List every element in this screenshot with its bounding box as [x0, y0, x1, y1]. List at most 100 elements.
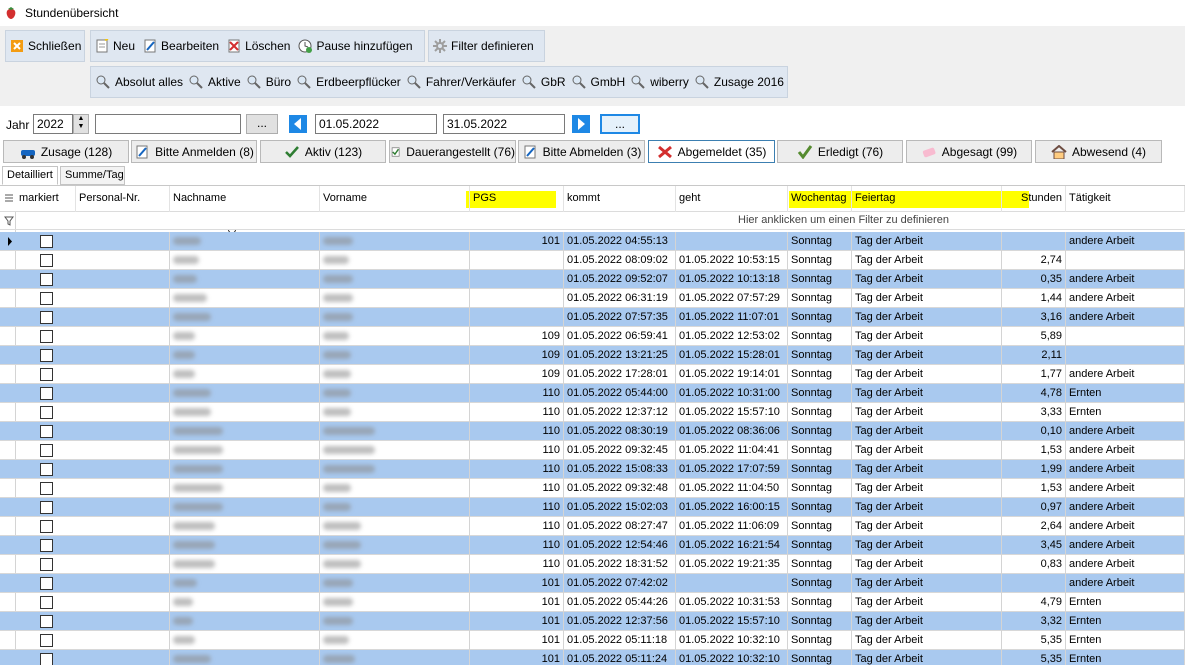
status-tab-2[interactable]: Aktiv (123)	[260, 140, 386, 163]
filter-6[interactable]: GmbH	[569, 70, 629, 94]
delete-button[interactable]: Löschen	[223, 34, 294, 58]
filter-5[interactable]: GbR	[519, 70, 569, 94]
table-row[interactable]: 101 01.05.2022 05:11:24 01.05.2022 10:32:1…	[0, 650, 1185, 665]
year-spinner[interactable]: ▲ ▼	[73, 114, 89, 134]
markiert-checkbox[interactable]	[40, 596, 53, 609]
table-row[interactable]: 01.05.2022 08:09:02 01.05.2022 10:53:15 So…	[0, 251, 1185, 270]
markiert-checkbox[interactable]	[40, 482, 53, 495]
markiert-checkbox[interactable]	[40, 501, 53, 514]
table-row[interactable]: 101 01.05.2022 04:55:13 Sonntag Tag der Arb…	[0, 232, 1185, 251]
table-row[interactable]: 109 01.05.2022 17:28:01 01.05.2022 19:14:0…	[0, 365, 1185, 384]
date-to-input[interactable]: 31.05.2022	[443, 114, 565, 134]
col-header-t-tigkeit[interactable]: Tätigkeit	[1066, 186, 1185, 212]
table-row[interactable]: 101 01.05.2022 12:37:56 01.05.2022 15:57:1…	[0, 612, 1185, 631]
filter-2[interactable]: Büro	[244, 70, 294, 94]
prev-month-icon[interactable]	[289, 115, 307, 133]
table-row[interactable]: 01.05.2022 09:52:07 01.05.2022 10:13:18 So…	[0, 270, 1185, 289]
markiert-checkbox[interactable]	[40, 349, 53, 362]
date-range-button[interactable]: ...	[600, 114, 640, 134]
filter-0[interactable]: Absolut alles	[93, 70, 186, 94]
filter-row[interactable]: Hier anklicken um einen Filter zu defini…	[0, 212, 1185, 230]
status-tab-1[interactable]: Bitte Anmelden (8)	[131, 140, 257, 163]
table-row[interactable]: 110 01.05.2022 12:37:12 01.05.2022 15:57:1…	[0, 403, 1185, 422]
table-row[interactable]: 110 01.05.2022 05:44:00 01.05.2022 10:31:0…	[0, 384, 1185, 403]
close-button[interactable]: Schließen	[6, 34, 85, 58]
table-row[interactable]: 109 01.05.2022 06:59:41 01.05.2022 12:53:0…	[0, 327, 1185, 346]
combo-select[interactable]	[95, 114, 241, 134]
status-tab-3[interactable]: Dauerangestellt (76)	[389, 140, 516, 163]
status-tab-6[interactable]: Erledigt (76)	[777, 140, 903, 163]
table-row[interactable]: 109 01.05.2022 13:21:25 01.05.2022 15:28:0…	[0, 346, 1185, 365]
markiert-checkbox[interactable]	[40, 254, 53, 267]
markiert-checkbox[interactable]	[40, 558, 53, 571]
col-header-geht[interactable]: geht	[676, 186, 788, 212]
browse-button[interactable]: ...	[246, 114, 278, 134]
markiert-checkbox[interactable]	[40, 425, 53, 438]
status-tab-5[interactable]: Abgemeldet (35)	[648, 140, 775, 163]
col-header-stunden[interactable]: Stunden	[1002, 186, 1066, 212]
add-pause-button[interactable]: Pause hinzufügen	[294, 34, 416, 58]
edit-label: Bearbeiten	[161, 39, 220, 53]
col-header-feiertag[interactable]: Feiertag	[852, 186, 1002, 212]
markiert-checkbox[interactable]	[40, 634, 53, 647]
tab-detailliert[interactable]: Detailliert	[2, 166, 58, 185]
col-header-wochentag[interactable]: Wochentag	[788, 186, 852, 212]
col-header-nachname[interactable]: Nachname	[170, 186, 320, 212]
new-button[interactable]: Neu	[91, 34, 139, 58]
markiert-checkbox[interactable]	[40, 615, 53, 628]
markiert-checkbox[interactable]	[40, 273, 53, 286]
col-header-personal-nr-[interactable]: Personal-Nr.	[76, 186, 170, 212]
status-tab-0[interactable]: Zusage (128)	[3, 140, 129, 163]
filter-1[interactable]: Aktive	[186, 70, 244, 94]
status-tab-4[interactable]: Bitte Abmelden (3)	[518, 140, 645, 163]
table-row[interactable]: 110 01.05.2022 18:31:52 01.05.2022 19:21:3…	[0, 555, 1185, 574]
markiert-checkbox[interactable]	[40, 311, 53, 324]
markiert-checkbox[interactable]	[40, 577, 53, 590]
table-row[interactable]: 110 01.05.2022 08:30:19 01.05.2022 08:36:0…	[0, 422, 1185, 441]
column-chooser-icon[interactable]	[4, 193, 14, 203]
taetigkeit-cell: andere Arbeit	[1066, 479, 1185, 498]
col-header-vorname[interactable]: Vorname	[320, 186, 470, 212]
status-tab-7[interactable]: Abgesagt (99)	[906, 140, 1032, 163]
markiert-checkbox[interactable]	[40, 520, 53, 533]
markiert-checkbox[interactable]	[40, 235, 53, 248]
tab-summe-tag[interactable]: Summe/Tag	[60, 166, 125, 185]
personal-nr-cell	[76, 308, 170, 327]
geht-cell: 01.05.2022 10:53:15	[676, 251, 788, 270]
filter-label: Zusage 2016	[713, 75, 784, 89]
markiert-checkbox[interactable]	[40, 463, 53, 476]
status-tab-8[interactable]: Abwesend (4)	[1035, 140, 1162, 163]
markiert-checkbox[interactable]	[40, 653, 53, 665]
table-row[interactable]: 101 01.05.2022 05:11:18 01.05.2022 10:32:1…	[0, 631, 1185, 650]
col-header-markiert[interactable]: markiert	[16, 186, 76, 212]
markiert-checkbox[interactable]	[40, 292, 53, 305]
table-row[interactable]: 110 01.05.2022 15:02:03 01.05.2022 16:00:1…	[0, 498, 1185, 517]
filter-7[interactable]: wiberry	[628, 70, 692, 94]
col-header-pgs[interactable]: PGS	[470, 186, 564, 212]
table-row[interactable]: 110 01.05.2022 09:32:45 01.05.2022 11:04:4…	[0, 441, 1185, 460]
table-row[interactable]: 101 01.05.2022 05:44:26 01.05.2022 10:31:5…	[0, 593, 1185, 612]
col-header-kommt[interactable]: kommt	[564, 186, 676, 212]
filter-define-button[interactable]: Filter definieren	[429, 34, 538, 58]
markiert-checkbox[interactable]	[40, 444, 53, 457]
edit-button[interactable]: Bearbeiten	[139, 34, 223, 58]
table-row[interactable]: 01.05.2022 06:31:19 01.05.2022 07:57:29 So…	[0, 289, 1185, 308]
table-row[interactable]: 110 01.05.2022 12:54:46 01.05.2022 16:21:5…	[0, 536, 1185, 555]
table-row[interactable]: 110 01.05.2022 09:32:48 01.05.2022 11:04:5…	[0, 479, 1185, 498]
wochentag-cell: Sonntag	[788, 346, 852, 365]
filter-8[interactable]: Zusage 2016	[692, 70, 787, 94]
table-row[interactable]: 110 01.05.2022 08:27:47 01.05.2022 11:06:0…	[0, 517, 1185, 536]
filter-3[interactable]: Erdbeerpflücker	[294, 70, 404, 94]
year-input[interactable]: 2022	[33, 114, 73, 134]
markiert-checkbox[interactable]	[40, 406, 53, 419]
markiert-checkbox[interactable]	[40, 539, 53, 552]
filter-4[interactable]: Fahrer/Verkäufer	[404, 70, 519, 94]
markiert-checkbox[interactable]	[40, 387, 53, 400]
table-row[interactable]: 110 01.05.2022 15:08:33 01.05.2022 17:07:5…	[0, 460, 1185, 479]
markiert-checkbox[interactable]	[40, 368, 53, 381]
date-from-input[interactable]: 01.05.2022	[315, 114, 437, 134]
next-month-icon[interactable]	[572, 115, 590, 133]
markiert-checkbox[interactable]	[40, 330, 53, 343]
table-row[interactable]: 101 01.05.2022 07:42:02 Sonntag Tag der Arb…	[0, 574, 1185, 593]
table-row[interactable]: 01.05.2022 07:57:35 01.05.2022 11:07:01 So…	[0, 308, 1185, 327]
